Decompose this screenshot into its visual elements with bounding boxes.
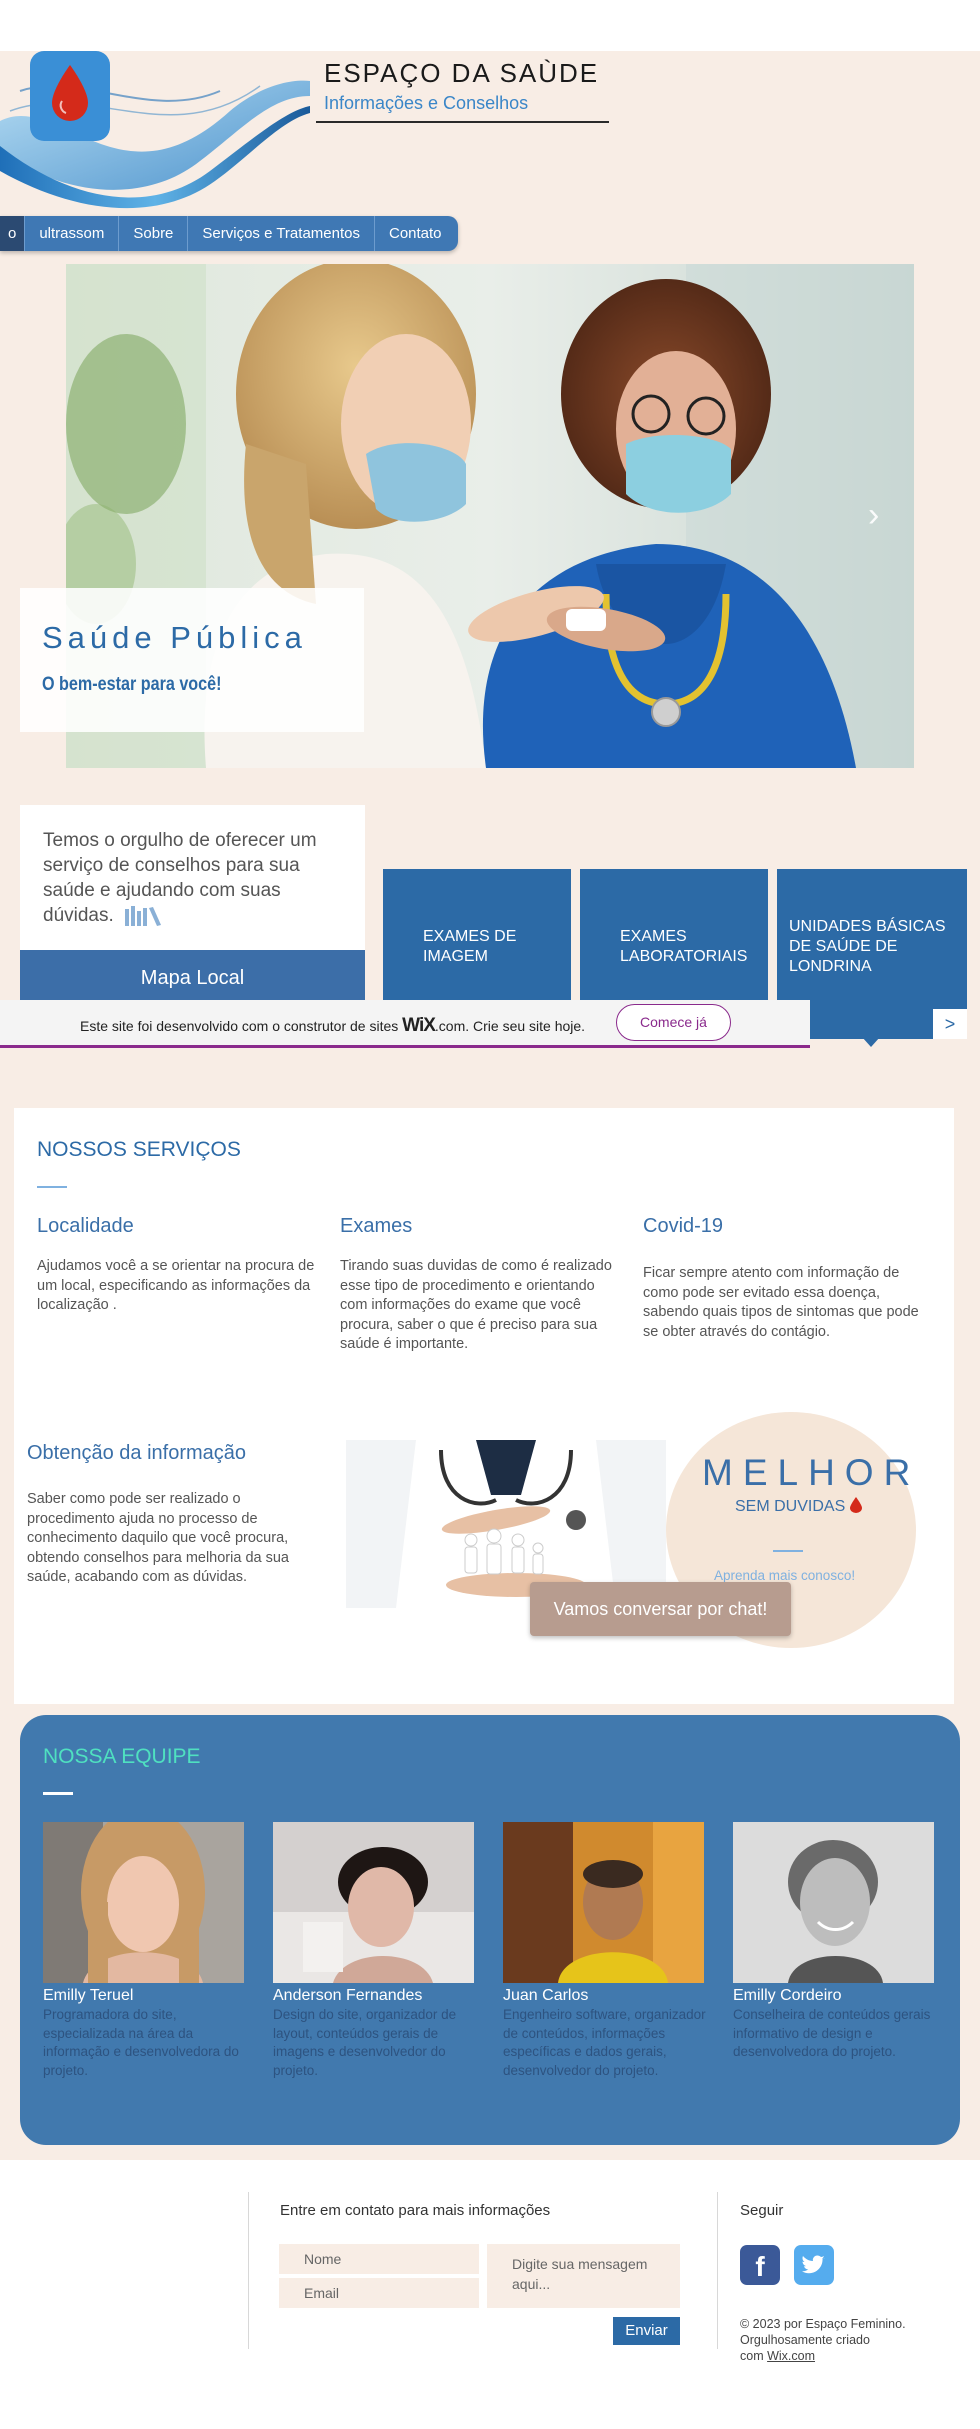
nav-item-ultrassom[interactable]: ultrassom bbox=[25, 216, 120, 251]
hero-subtitle: O bem-estar para você! bbox=[42, 674, 222, 695]
services-heading: NOSSOS SERVIÇOS bbox=[37, 1138, 241, 1161]
nav-item-sobre[interactable]: Sobre bbox=[119, 216, 189, 251]
copyright-line: com bbox=[740, 2349, 768, 2363]
wix-text-before: Este site foi desenvolvido com o constru… bbox=[80, 1018, 403, 1034]
tile-next-arrow[interactable]: > bbox=[933, 1009, 967, 1039]
copyright-line: © 2023 por Espaço Feminino. bbox=[740, 2317, 906, 2331]
service-text-localidade: Ajudamos você a se orientar na procura d… bbox=[37, 1258, 315, 1313]
hero-next-arrow[interactable]: › bbox=[868, 496, 879, 535]
member-desc: Conselheira de conteúdos gerais informat… bbox=[733, 2007, 931, 2059]
member-photo bbox=[503, 1822, 704, 1983]
member-name: Juan Carlos bbox=[503, 1987, 589, 2004]
team-divider bbox=[43, 1792, 73, 1795]
send-button[interactable]: Enviar bbox=[613, 2317, 680, 2345]
site-subtitle: Informações e Conselhos bbox=[324, 93, 529, 113]
facebook-icon[interactable]: f bbox=[740, 2245, 780, 2285]
hero-title: Saúde Pública bbox=[42, 620, 307, 655]
member-desc: Engenheiro software, organizador de cont… bbox=[503, 2007, 706, 2078]
member-photo bbox=[733, 1822, 934, 1983]
tile-label: EXAMES LABORATORIAIS bbox=[620, 928, 748, 965]
follow-label: Seguir bbox=[740, 2202, 784, 2219]
member-desc: Programadora do site, especializada na á… bbox=[43, 2007, 239, 2078]
sem-duvidas-label: SEM DUVIDAS bbox=[735, 1497, 862, 1516]
wix-start-button[interactable]: Comece já bbox=[616, 1004, 731, 1041]
footer-divider bbox=[717, 2192, 718, 2349]
copyright-line: Orgulhosamente criado bbox=[740, 2333, 870, 2347]
service-title-covid: Covid-19 bbox=[643, 1215, 724, 1237]
email-field[interactable]: Email bbox=[279, 2278, 479, 2308]
info-title: Obtenção da informação bbox=[27, 1442, 247, 1464]
member-name: Emilly Teruel bbox=[43, 1987, 134, 2004]
wix-link[interactable]: Wix.com bbox=[767, 2349, 815, 2363]
wix-banner-text: Este site foi desenvolvido com o constru… bbox=[80, 1015, 585, 1037]
tile-pointer bbox=[862, 1037, 880, 1047]
map-local-button[interactable]: Mapa Local bbox=[20, 950, 365, 1006]
service-title-localidade: Localidade bbox=[37, 1215, 134, 1237]
member-name: Emilly Cordeiro bbox=[733, 1987, 842, 2004]
wix-logo: WiX bbox=[402, 1015, 436, 1036]
member-name: Anderson Fernandes bbox=[273, 1987, 423, 2004]
name-field[interactable]: Nome bbox=[279, 2244, 479, 2274]
contact-title: Entre em contato para mais informações bbox=[280, 2202, 551, 2219]
site-logo[interactable] bbox=[0, 51, 310, 221]
aprenda-link[interactable]: Aprenda mais conosco! bbox=[714, 1568, 855, 1583]
service-text-covid: Ficar sempre atento com informação de co… bbox=[643, 1265, 919, 1340]
site-title: ESPAÇO DA SAÙDE bbox=[324, 58, 600, 88]
footer-divider bbox=[248, 2192, 249, 2349]
tile-label: UNIDADES BÁSICAS DE SAÚDE DE LONDRINA bbox=[789, 918, 946, 975]
service-text-exames: Tirando suas duvidas de como é realizado… bbox=[340, 1258, 612, 1352]
hero-caption-box bbox=[20, 588, 364, 732]
sem-duvidas-text: SEM DUVIDAS bbox=[735, 1498, 846, 1515]
blood-drop-icon bbox=[849, 1497, 862, 1513]
twitter-icon[interactable] bbox=[794, 2245, 834, 2285]
intro-text: Temos o orgulho de oferecer um serviço d… bbox=[43, 830, 317, 926]
nav-item-servicos[interactable]: Serviços e Tratamentos bbox=[188, 216, 375, 251]
member-photo bbox=[273, 1822, 474, 1983]
service-title-exames: Exames bbox=[340, 1215, 413, 1237]
copyright: © 2023 por Espaço Feminino. Orgulhosamen… bbox=[740, 2316, 925, 2364]
wix-text-after: .com. Crie seu site hoje. bbox=[434, 1018, 586, 1034]
member-photo bbox=[43, 1822, 244, 1983]
intro-text-block: Temos o orgulho de oferecer um serviço d… bbox=[43, 828, 343, 928]
message-field[interactable]: Digite sua mensagem aqui... bbox=[487, 2244, 680, 2308]
tile-label: EXAMES DE IMAGEM bbox=[423, 928, 517, 965]
team-heading: NOSSA EQUIPE bbox=[43, 1745, 201, 1768]
nav-item-home[interactable]: o bbox=[0, 216, 26, 251]
chat-button[interactable]: Vamos conversar por chat! bbox=[530, 1582, 791, 1636]
member-desc: Design do site, organizador de layout, c… bbox=[273, 2007, 457, 2078]
melhor-divider bbox=[773, 1550, 803, 1552]
nav-item-contato[interactable]: Contato bbox=[375, 216, 458, 251]
services-divider bbox=[37, 1186, 67, 1188]
books-icon bbox=[125, 905, 162, 926]
main-nav: o ultrassom Sobre Serviços e Tratamentos… bbox=[0, 216, 458, 251]
title-divider bbox=[316, 121, 609, 123]
melhor-title: MELHOR bbox=[702, 1452, 921, 1493]
info-text: Saber como pode ser realizado o procedim… bbox=[27, 1491, 289, 1585]
